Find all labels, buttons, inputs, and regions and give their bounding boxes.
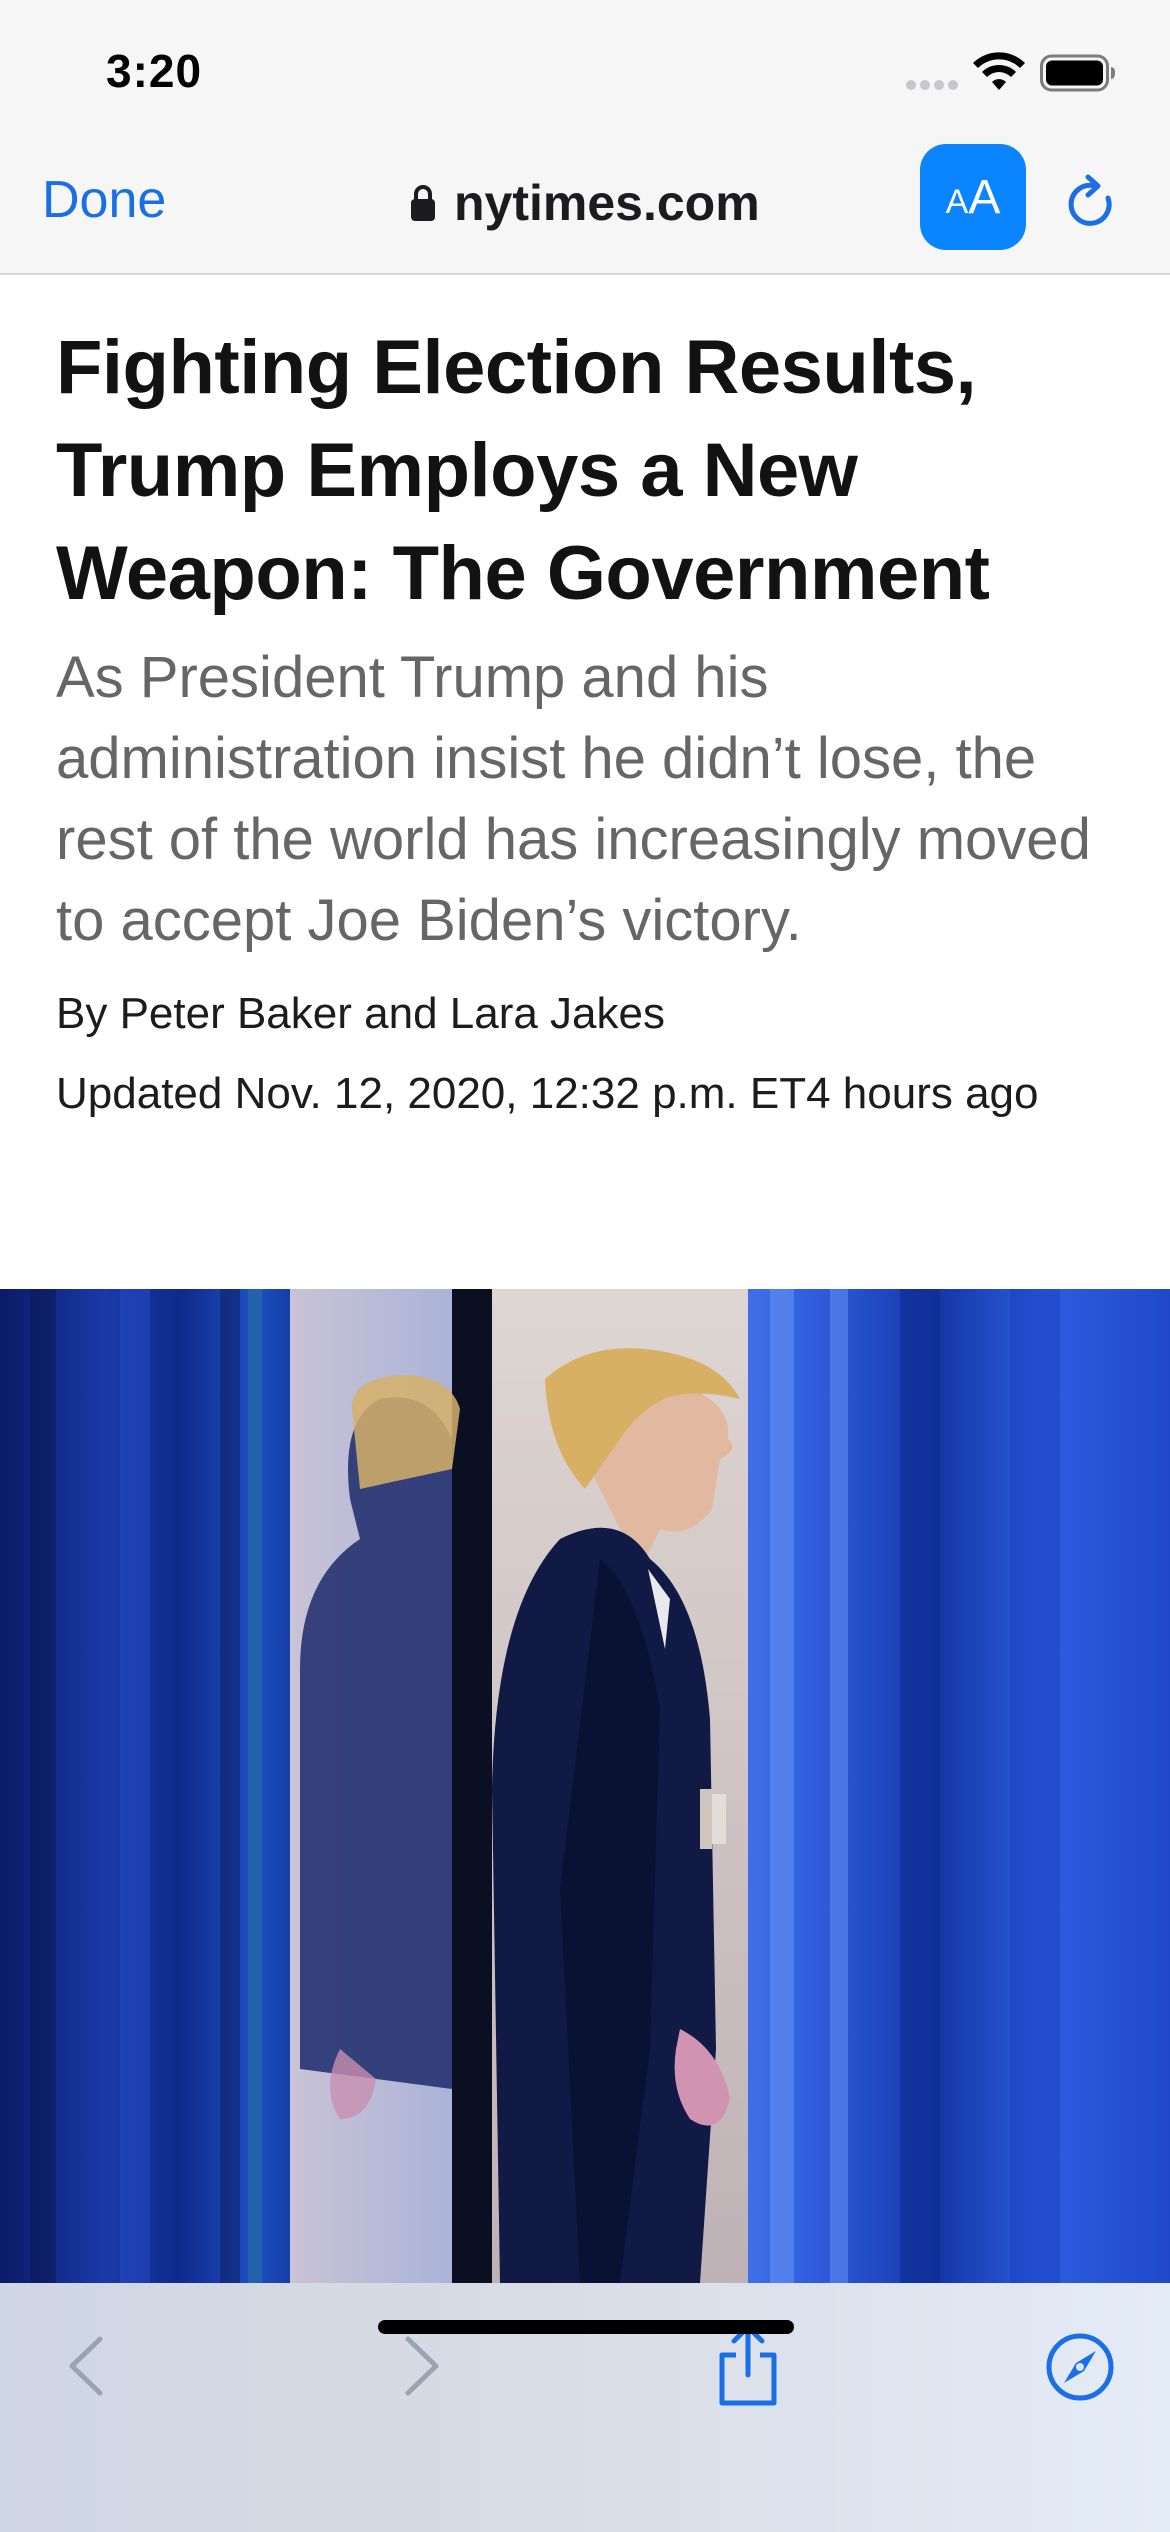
reader-text-size-button[interactable]: A A	[920, 144, 1026, 250]
article-byline: By Peter Baker and Lara Jakes	[56, 989, 665, 1038]
article-headline: Fighting Election Results, Trump Employs…	[56, 325, 990, 616]
back-chevron-icon[interactable]	[60, 2333, 112, 2399]
compass-icon[interactable]	[1044, 2331, 1116, 2403]
article-header: Fighting Election Results, Trump Employs…	[56, 316, 1126, 1131]
reader-big-a: A	[968, 170, 1001, 224]
cellular-signal-icon	[906, 80, 960, 90]
done-button[interactable]: Done	[42, 170, 166, 230]
reader-small-a: A	[945, 182, 969, 221]
wifi-icon	[973, 52, 1025, 90]
article-summary: As President Trump and his administratio…	[56, 645, 1091, 953]
forward-chevron-icon[interactable]	[396, 2333, 448, 2399]
reload-icon[interactable]	[1062, 174, 1120, 234]
article-photo	[0, 1289, 1170, 2283]
status-time: 3:20	[106, 45, 203, 97]
battery-icon	[1040, 54, 1115, 92]
article-timestamp: Updated Nov. 12, 2020, 12:32 p.m. ET4 ho…	[56, 1069, 1039, 1118]
lock-icon	[411, 185, 435, 221]
status-bar: 3:20	[0, 0, 1170, 140]
share-icon[interactable]	[714, 2323, 782, 2407]
address-bar[interactable]: nytimes.com	[410, 168, 760, 238]
url-text: nytimes.com	[454, 175, 760, 231]
browser-nav-bar: Done nytimes.com A A	[0, 140, 1170, 275]
safari-view: 3:20 Done nytimes.com A A Fighting Elect…	[0, 0, 1170, 2532]
home-indicator	[378, 2320, 794, 2334]
